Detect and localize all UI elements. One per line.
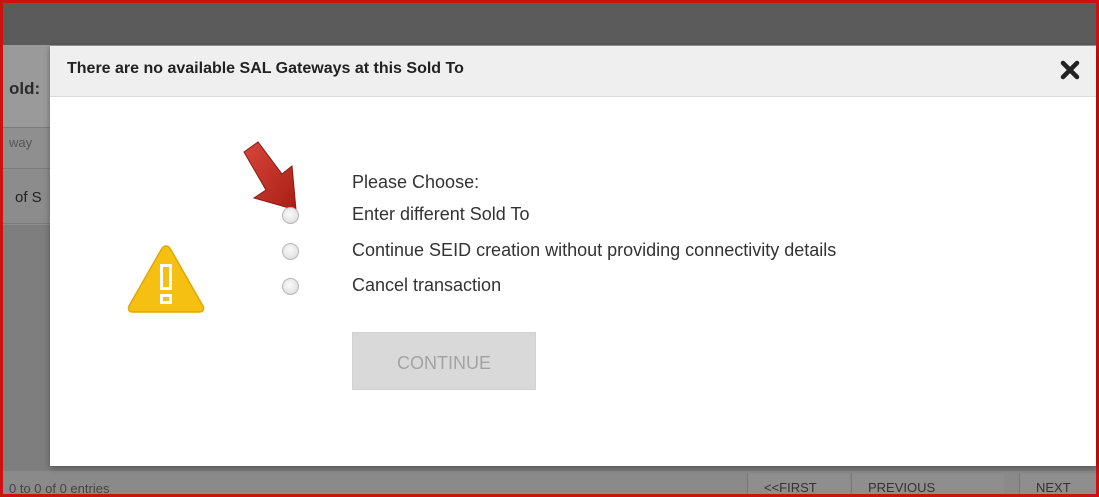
pager-next-button[interactable]: NEXT <box>1019 473 1096 494</box>
option-continue-without-connectivity[interactable]: Continue SEID creation without providing… <box>282 240 1062 266</box>
option-cancel-transaction[interactable]: Cancel transaction <box>282 275 1062 301</box>
close-icon[interactable] <box>1056 56 1084 84</box>
background-sold-label: old: <box>9 79 41 98</box>
dialog-title: There are no available SAL Gateways at t… <box>67 60 464 77</box>
pager-previous-button[interactable]: PREVIOUS <box>851 473 1004 494</box>
radio-cancel-transaction[interactable] <box>282 278 299 295</box>
warning-triangle-icon <box>126 242 206 314</box>
radio-continue-without-connectivity[interactable] <box>282 243 299 260</box>
radio-different-sold-to[interactable] <box>282 207 299 224</box>
top-bar <box>3 3 1096 45</box>
option-label: Continue SEID creation without providing… <box>352 240 837 260</box>
option-different-sold-to[interactable]: Enter different Sold To <box>282 204 1062 230</box>
entries-count: 0 to 0 of 0 entries <box>9 481 110 496</box>
dialog-header: There are no available SAL Gateways at t… <box>50 46 1096 97</box>
background-row-text: of S <box>15 189 42 206</box>
option-label: Enter different Sold To <box>352 204 530 224</box>
red-arrow-icon <box>236 138 306 214</box>
continue-button[interactable]: CONTINUE <box>352 332 536 390</box>
no-gateway-dialog: There are no available SAL Gateways at t… <box>50 46 1096 466</box>
pager-first-button[interactable]: <<FIRST <box>747 473 850 494</box>
choose-prompt: Please Choose: <box>352 172 480 192</box>
background-gateway-text: way <box>9 135 33 150</box>
option-label: Cancel transaction <box>352 275 502 295</box>
